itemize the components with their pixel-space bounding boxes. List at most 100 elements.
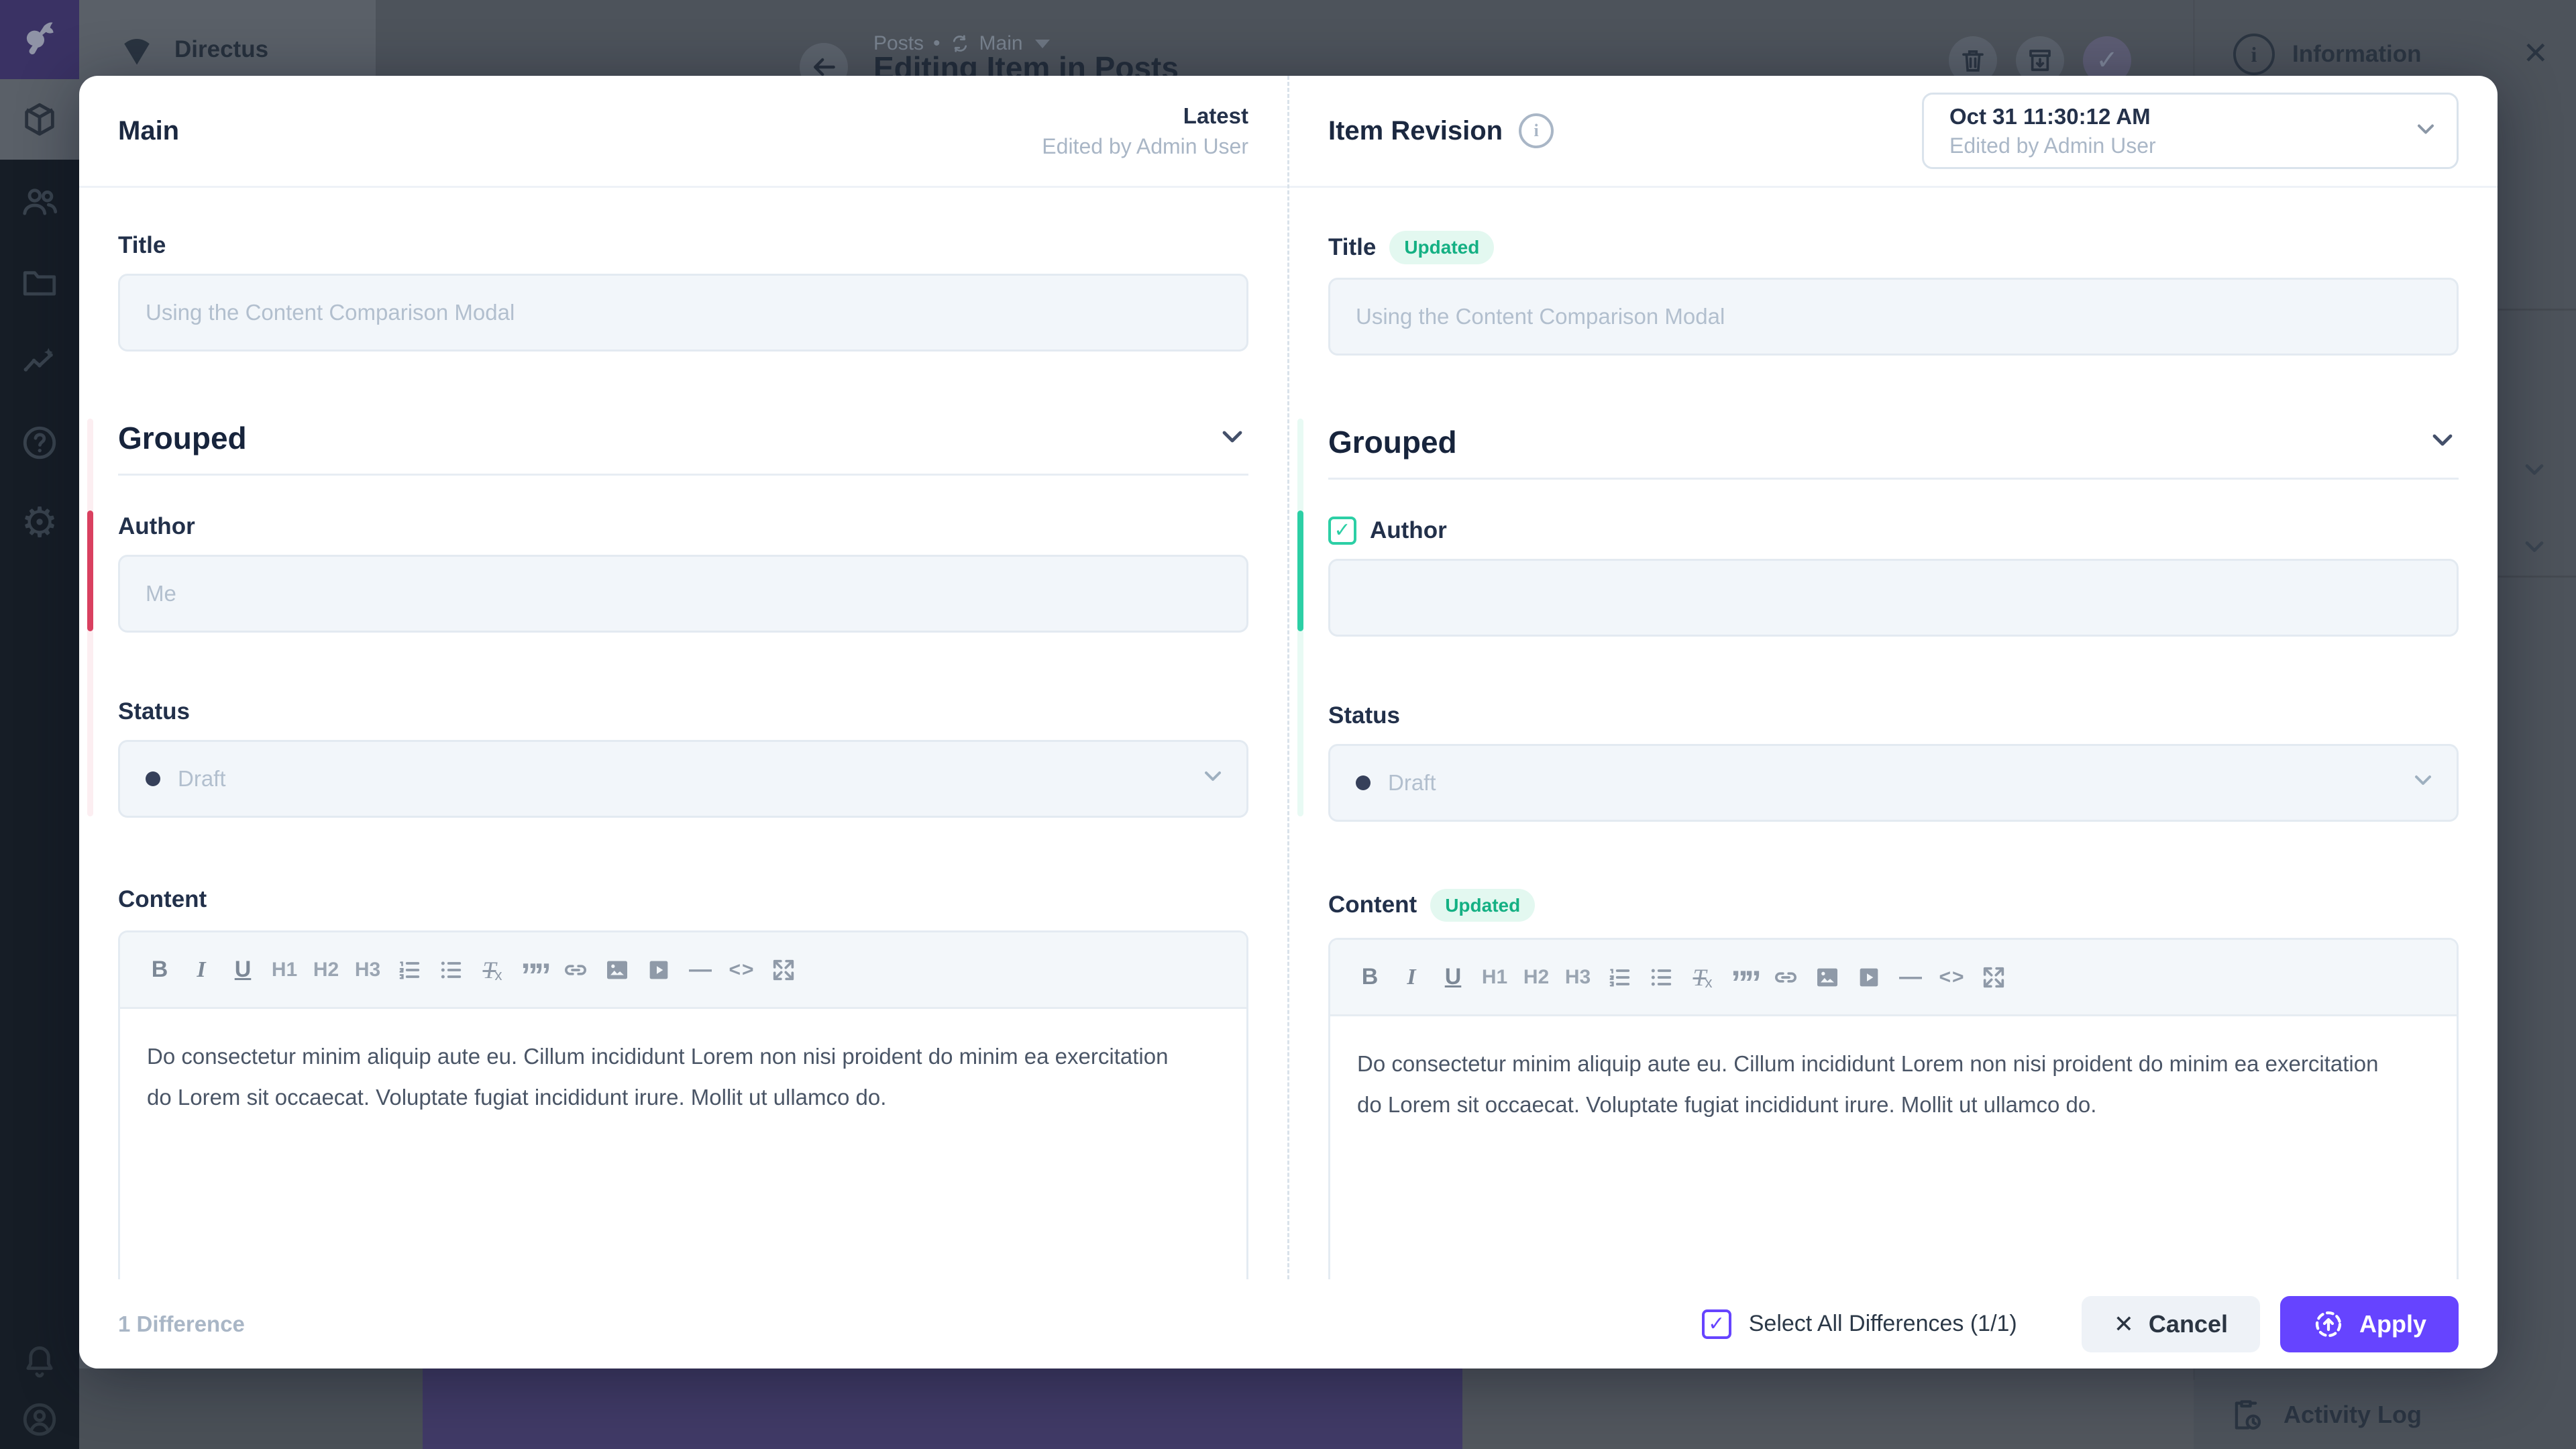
h2-button[interactable]: H2 bbox=[309, 951, 343, 989]
module-insights[interactable] bbox=[0, 322, 79, 402]
content-module-icon bbox=[20, 100, 59, 139]
user-avatar-button[interactable] bbox=[0, 1379, 79, 1449]
status-value: Draft bbox=[1388, 770, 1436, 796]
status-dot-icon bbox=[146, 771, 160, 786]
status-dot-icon bbox=[1356, 775, 1371, 790]
panel-main-meta: Latest Edited by Admin User bbox=[1042, 103, 1248, 159]
status-value: Draft bbox=[178, 766, 226, 792]
bell-icon bbox=[20, 1342, 59, 1381]
editor-body[interactable]: Do consectetur minim aliquip aute eu. Ci… bbox=[120, 1009, 1246, 1144]
h3-button[interactable]: H3 bbox=[1561, 959, 1595, 996]
field-author: Author Me bbox=[118, 512, 1248, 633]
bold-button[interactable]: B bbox=[143, 951, 176, 989]
title-input-value: Using the Content Comparison Modal bbox=[146, 300, 515, 325]
blockquote-button[interactable]: ”” bbox=[1727, 953, 1761, 1002]
activity-log-icon bbox=[2229, 1397, 2263, 1432]
panel-revision-title: Item Revision bbox=[1328, 116, 1503, 146]
group-header[interactable]: Grouped bbox=[118, 420, 1248, 456]
field-status: Status Draft bbox=[1328, 701, 2459, 822]
author-input[interactable]: Me bbox=[118, 555, 1248, 633]
updated-badge: Updated bbox=[1389, 231, 1494, 264]
chevron-down-icon bbox=[2412, 116, 2439, 146]
field-content: Content B I U H1 H2 H3 Tx ”” bbox=[118, 885, 1248, 1279]
revision-select[interactable]: Oct 31 11:30:12 AM Edited by Admin User bbox=[1922, 93, 2459, 169]
editor-body[interactable]: Do consectetur minim aliquip aute eu. Ci… bbox=[1330, 1016, 2457, 1152]
group-header[interactable]: Grouped bbox=[1328, 424, 2459, 460]
apply-button[interactable]: Apply bbox=[2280, 1296, 2459, 1352]
link-button[interactable] bbox=[559, 951, 592, 989]
h1-button[interactable]: H1 bbox=[1478, 959, 1511, 996]
underline-button[interactable]: U bbox=[1436, 959, 1470, 996]
sidebar-collapse-chevron-icon[interactable] bbox=[2520, 455, 2549, 488]
author-diff-checkbox[interactable]: ✓ bbox=[1328, 517, 1356, 545]
modal-footer: 1 Difference ✓ Select All Differences (1… bbox=[79, 1279, 2498, 1368]
group-label: Grouped bbox=[118, 420, 247, 456]
image-button[interactable] bbox=[600, 951, 634, 989]
italic-button[interactable]: I bbox=[1395, 959, 1428, 996]
module-users[interactable] bbox=[0, 161, 79, 241]
removed-value-accent bbox=[87, 511, 93, 631]
insights-icon bbox=[20, 343, 59, 382]
image-button[interactable] bbox=[1811, 959, 1844, 996]
fullscreen-button[interactable] bbox=[767, 951, 800, 989]
status-select[interactable]: Draft bbox=[1328, 744, 2459, 822]
fullscreen-button[interactable] bbox=[1977, 959, 2010, 996]
module-content-active[interactable] bbox=[0, 79, 79, 160]
horizontal-rule-button[interactable]: — bbox=[684, 951, 717, 989]
module-help[interactable] bbox=[0, 402, 79, 483]
group-divider bbox=[118, 474, 1248, 476]
version-caret-icon bbox=[1035, 40, 1050, 48]
panel-main-body: Title Using the Content Comparison Modal… bbox=[79, 188, 1287, 1279]
link-button[interactable] bbox=[1769, 959, 1803, 996]
project-name: Directus bbox=[174, 36, 268, 63]
h1-button[interactable]: H1 bbox=[268, 951, 301, 989]
avatar-icon bbox=[20, 1400, 59, 1439]
bullet-list-button[interactable] bbox=[1644, 959, 1678, 996]
title-input[interactable]: Using the Content Comparison Modal bbox=[118, 274, 1248, 352]
code-button[interactable]: <> bbox=[725, 951, 759, 989]
author-field-label: Author bbox=[1370, 516, 1447, 545]
check-icon: ✓ bbox=[2096, 45, 2118, 76]
field-status: Status Draft bbox=[118, 697, 1248, 818]
bold-button[interactable]: B bbox=[1353, 959, 1387, 996]
directus-logo-tile[interactable] bbox=[0, 0, 79, 79]
panel-main-title: Main bbox=[118, 116, 179, 146]
status-select[interactable]: Draft bbox=[118, 740, 1248, 818]
content-text: Do consectetur minim aliquip aute eu. Ci… bbox=[1357, 1043, 2404, 1125]
bullet-list-button[interactable] bbox=[434, 951, 468, 989]
field-author: ✓ Author bbox=[1328, 516, 2459, 637]
clear-format-button[interactable]: Tx bbox=[1686, 959, 1719, 996]
close-icon: ✕ bbox=[2114, 1310, 2134, 1338]
h2-button[interactable]: H2 bbox=[1519, 959, 1553, 996]
sidebar-collapse-chevron-icon[interactable] bbox=[2520, 532, 2549, 565]
info-sidebar-header: i Information bbox=[2233, 34, 2421, 75]
close-sidebar-icon[interactable]: ✕ bbox=[2522, 38, 2548, 68]
author-input-value: Me bbox=[146, 581, 176, 606]
select-all-checkbox[interactable]: ✓ bbox=[1702, 1309, 1731, 1339]
module-files[interactable] bbox=[0, 241, 79, 322]
video-button[interactable] bbox=[642, 951, 676, 989]
author-input[interactable] bbox=[1328, 559, 2459, 637]
h3-button[interactable]: H3 bbox=[351, 951, 384, 989]
archive-icon bbox=[2026, 46, 2054, 74]
ordered-list-button[interactable] bbox=[392, 951, 426, 989]
clear-format-button[interactable]: Tx bbox=[476, 951, 509, 989]
cancel-button[interactable]: ✕ Cancel bbox=[2082, 1296, 2260, 1352]
revision-info-icon[interactable]: i bbox=[1519, 113, 1554, 148]
horizontal-rule-button[interactable]: — bbox=[1894, 959, 1927, 996]
activity-log-button[interactable]: Activity Log bbox=[2194, 1380, 2576, 1449]
revision-timestamp: Oct 31 11:30:12 AM bbox=[1949, 104, 2396, 129]
code-button[interactable]: <> bbox=[1935, 959, 1969, 996]
background-under-modal bbox=[1462, 1368, 2194, 1449]
field-title: Title Updated Using the Content Comparis… bbox=[1328, 231, 2459, 356]
module-settings[interactable]: ⚙ bbox=[0, 483, 79, 564]
rich-text-editor: B I U H1 H2 H3 Tx ”” bbox=[118, 930, 1248, 1279]
chevron-down-icon bbox=[2410, 767, 2436, 799]
italic-button[interactable]: I bbox=[184, 951, 218, 989]
video-button[interactable] bbox=[1852, 959, 1886, 996]
blockquote-button[interactable]: ”” bbox=[517, 945, 551, 995]
title-input[interactable]: Using the Content Comparison Modal bbox=[1328, 278, 2459, 356]
author-field-label: Author bbox=[118, 512, 195, 541]
ordered-list-button[interactable] bbox=[1603, 959, 1636, 996]
underline-button[interactable]: U bbox=[226, 951, 260, 989]
